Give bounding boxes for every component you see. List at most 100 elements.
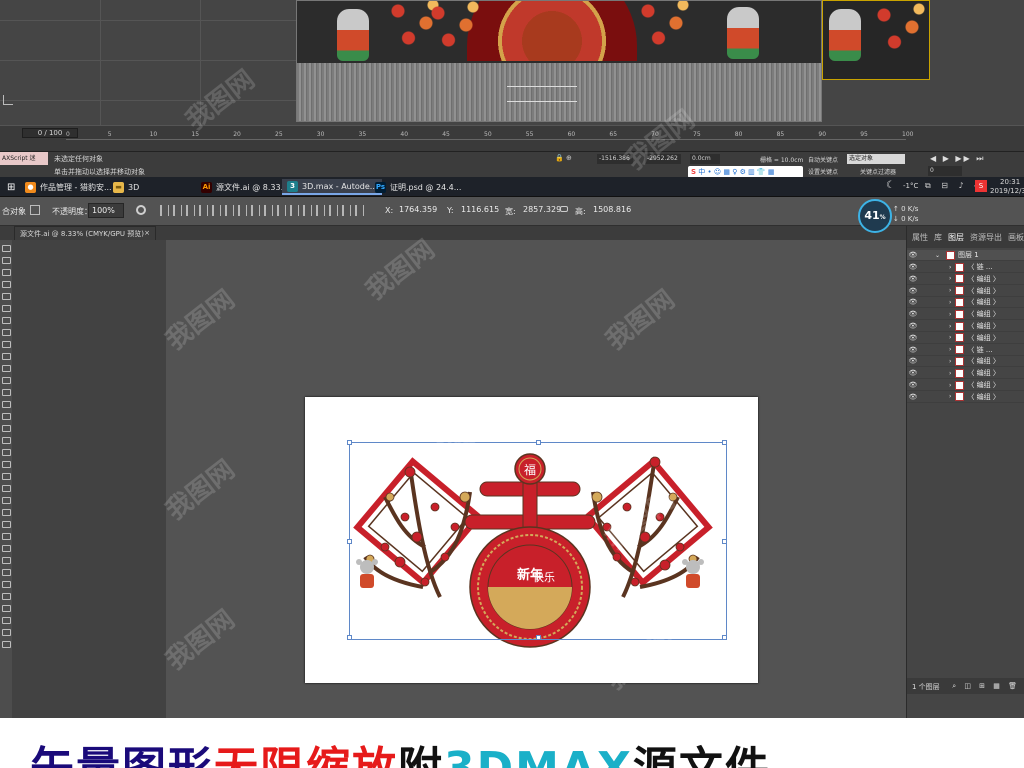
panel-tab[interactable]: 库 xyxy=(934,232,942,248)
eye-icon[interactable]: 👁 xyxy=(907,393,919,401)
timeline[interactable]: 0 / 100 0 5 10 15 20 25 30 35 40 45 50 55 60 65 70 75 80… xyxy=(0,125,1024,151)
tool-icon[interactable] xyxy=(1,401,11,408)
tool-icon[interactable] xyxy=(1,305,11,312)
selection-bounding-box[interactable] xyxy=(347,440,727,640)
tool-icon[interactable] xyxy=(1,425,11,432)
tool-icon[interactable] xyxy=(1,293,11,300)
chevron-right-icon[interactable]: › xyxy=(949,323,951,330)
tool-icon[interactable] xyxy=(1,533,11,540)
tool-icon[interactable] xyxy=(1,629,11,636)
eye-icon[interactable]: 👁 xyxy=(907,298,919,306)
align-icon[interactable] xyxy=(251,205,260,216)
eye-icon[interactable]: 👁 xyxy=(907,346,919,354)
frame-field[interactable]: 0 xyxy=(928,166,962,176)
height-field[interactable]: 1508.816 xyxy=(590,203,631,218)
tool-icon[interactable] xyxy=(1,473,11,480)
opacity-field[interactable]: 100% xyxy=(88,203,124,218)
layer-row[interactable]: 👁 › 〈 编组 〉 xyxy=(907,392,1024,403)
selection-set-dropdown[interactable]: 选定对象 xyxy=(847,154,905,164)
tool-icon[interactable] xyxy=(1,641,11,648)
tool-icon[interactable] xyxy=(1,377,11,384)
align-icon[interactable] xyxy=(290,205,299,216)
align-icon[interactable] xyxy=(186,205,195,216)
chevron-right-icon[interactable]: › xyxy=(949,299,951,306)
align-icon[interactable] xyxy=(173,205,182,216)
tool-icon[interactable] xyxy=(1,281,11,288)
taskbar-item[interactable]: ● 作品管理 - 猎豹安... xyxy=(20,179,117,195)
playback-controls-icon[interactable]: ◀ ▶ ▶▶ ⏭ xyxy=(930,154,985,164)
align-icon[interactable] xyxy=(238,205,247,216)
eye-icon[interactable]: 👁 xyxy=(907,251,919,259)
tool-icon[interactable] xyxy=(1,521,11,528)
tool-icon[interactable] xyxy=(1,569,11,576)
lock-icon[interactable]: 🔒 ⊕ xyxy=(555,154,597,164)
eye-icon[interactable]: 👁 xyxy=(907,287,919,295)
chevron-right-icon[interactable]: › xyxy=(949,311,951,318)
resize-handle[interactable] xyxy=(347,635,352,640)
panel-tab[interactable]: 资源导出 xyxy=(970,232,1002,248)
layer-row[interactable]: 👁 › 〈 编组 〉 xyxy=(907,333,1024,344)
eye-icon[interactable]: 👁 xyxy=(907,275,919,283)
maxscript-listener[interactable]: AXScript 迷 xyxy=(0,152,48,165)
layer-actions-icons[interactable]: ⌕ ◫ ⊞ ▦ 🗑 xyxy=(952,682,1020,691)
coord-z-field[interactable]: 0.0cm xyxy=(690,154,720,164)
chevron-right-icon[interactable]: › xyxy=(949,382,951,389)
layer-parent-row[interactable]: 👁 ⌄ 图层 1 xyxy=(907,250,1024,261)
align-icon[interactable] xyxy=(199,205,208,216)
layer-row[interactable]: 👁 › 〈 链 ... xyxy=(907,262,1024,273)
tool-icon[interactable] xyxy=(1,581,11,588)
eye-icon[interactable]: 👁 xyxy=(907,381,919,389)
width-field[interactable]: 2857.329 xyxy=(520,203,561,218)
sogou-ime-icon[interactable]: S xyxy=(975,180,987,192)
layer-row[interactable]: 👁 › 〈 编组 〉 xyxy=(907,368,1024,380)
y-field[interactable]: 1116.615 xyxy=(458,203,499,218)
auto-key-button[interactable]: 自动关键点 xyxy=(808,155,838,164)
coord-x-field[interactable]: -1516.386 xyxy=(597,154,633,164)
x-field[interactable]: 1764.359 xyxy=(396,203,437,218)
layer-row[interactable]: 👁 › 〈 编组 〉 xyxy=(907,286,1024,297)
tool-icon[interactable] xyxy=(1,557,11,564)
layer-row[interactable]: 👁 › 〈 编组 〉 xyxy=(907,356,1024,368)
align-icon[interactable] xyxy=(277,205,286,216)
frame-ruler[interactable]: 0 5 10 15 20 25 30 35 40 45 50 55 60 65 70 75 80 85 90 95 10… xyxy=(66,131,913,151)
align-icon[interactable] xyxy=(329,205,338,216)
tool-icon[interactable] xyxy=(1,617,11,624)
chevron-right-icon[interactable]: › xyxy=(949,358,951,365)
taskbar-item[interactable]: Ps 证明.psd @ 24.4... xyxy=(370,179,466,195)
layer-row[interactable]: 👁 › 〈 编组 〉 xyxy=(907,309,1024,321)
resize-handle[interactable] xyxy=(536,635,541,640)
resize-handle[interactable] xyxy=(347,440,352,445)
chevron-right-icon[interactable]: › xyxy=(949,346,951,353)
chevron-right-icon[interactable]: › xyxy=(949,275,951,282)
style-swatch[interactable] xyxy=(30,205,40,215)
set-key-button[interactable]: 设置关键点 xyxy=(808,167,838,176)
tool-icon[interactable] xyxy=(1,245,11,252)
eye-icon[interactable]: 👁 xyxy=(907,310,919,318)
tool-icon[interactable] xyxy=(1,329,11,336)
link-proportions-icon[interactable] xyxy=(560,206,568,212)
tool-icon[interactable] xyxy=(1,317,11,324)
chevron-down-icon[interactable]: ⌄ xyxy=(935,252,940,259)
panel-tab[interactable]: 属性 xyxy=(912,232,928,248)
tool-icon[interactable] xyxy=(1,413,11,420)
key-filters-button[interactable]: 关键点过滤器 xyxy=(860,167,896,176)
tool-icon[interactable] xyxy=(1,269,11,276)
align-icon[interactable] xyxy=(355,205,364,216)
render-viewport[interactable] xyxy=(296,0,822,122)
eye-icon[interactable]: 👁 xyxy=(907,322,919,330)
tool-icon[interactable] xyxy=(1,509,11,516)
resize-handle[interactable] xyxy=(347,539,352,544)
tool-icon[interactable] xyxy=(1,257,11,264)
canvas-left-area[interactable] xyxy=(12,240,166,720)
side-viewport[interactable] xyxy=(822,0,930,80)
tool-icon[interactable] xyxy=(1,341,11,348)
tool-icon[interactable] xyxy=(1,605,11,612)
panel-tab[interactable]: 画板 xyxy=(1008,232,1024,248)
resize-handle[interactable] xyxy=(722,539,727,544)
tool-icon[interactable] xyxy=(1,485,11,492)
document-tab[interactable]: 源文件.ai @ 8.33% (CMYK/GPU 预览) × xyxy=(14,226,156,240)
tool-icon[interactable] xyxy=(1,449,11,456)
align-icon[interactable] xyxy=(212,205,221,216)
tool-icon[interactable] xyxy=(1,365,11,372)
align-icon[interactable] xyxy=(160,205,169,216)
